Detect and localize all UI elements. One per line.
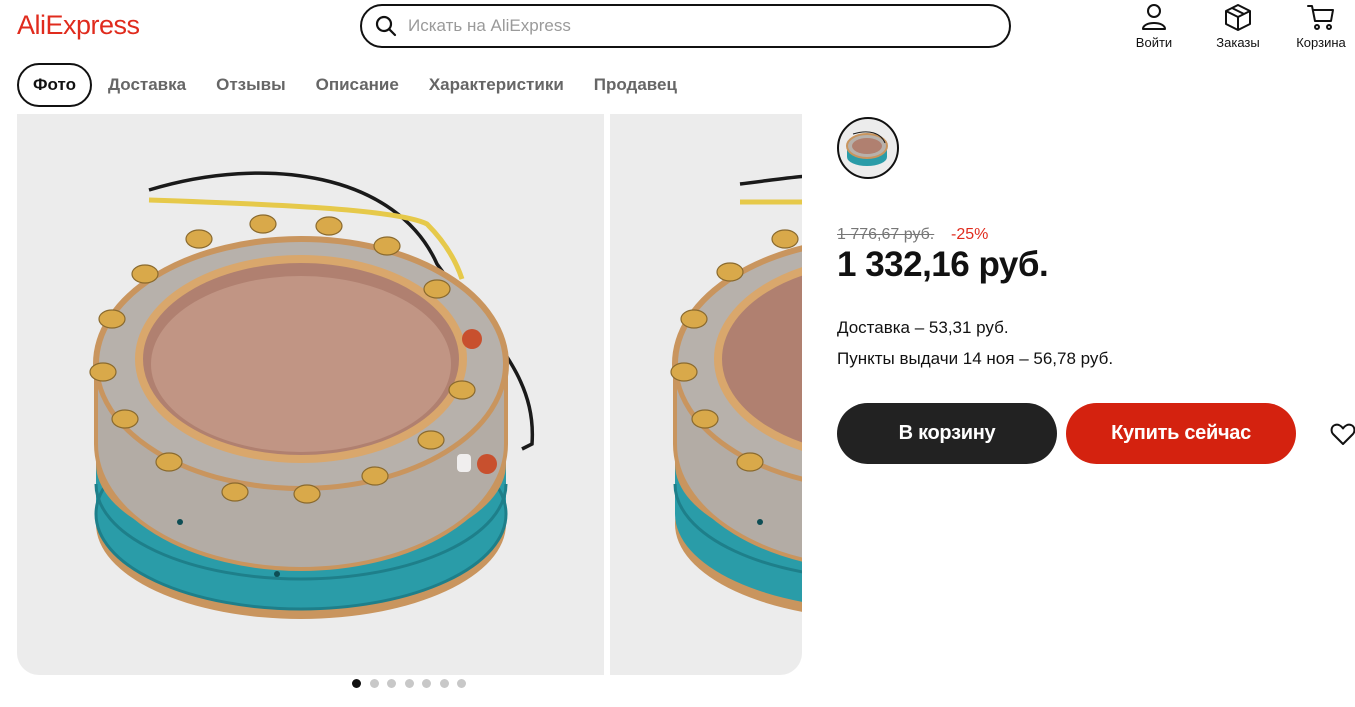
box-icon [1225,4,1251,31]
gallery-slide-1[interactable] [17,114,604,675]
gallery-dot[interactable] [369,679,379,688]
delivery-info: Доставка – 53,31 руб. [837,318,1009,337]
gallery-dot[interactable] [352,679,361,688]
cart-icon [1307,5,1334,30]
discount-badge: -25% [951,226,989,243]
aliexpress-logo[interactable]: AliExpress [17,10,140,41]
search-input[interactable] [408,16,968,36]
pickup-info: Пункты выдачи 14 ноя – 56,78 руб. [837,349,1114,368]
variant-thumbnail-image [846,131,888,166]
product-tabs: Фото Доставка Отзывы Описание Характерис… [17,63,707,107]
heart-icon[interactable] [1329,420,1355,448]
tab-seller[interactable]: Продавец [594,75,677,95]
search-bar[interactable] [360,4,1011,48]
current-price: 1 332,16 руб. [837,245,1049,284]
orders-label: Заказы [1216,35,1260,50]
cart-header-label: Корзина [1296,35,1346,50]
product-image-next [670,174,802,612]
gallery-dot[interactable] [387,679,396,688]
gallery-dot[interactable] [439,679,449,688]
cart-header-button[interactable]: Корзина [1286,2,1355,52]
product-gallery[interactable] [17,114,802,675]
search-icon[interactable] [374,14,398,38]
buy-now-button[interactable]: Купить сейчас [1066,403,1296,464]
tab-delivery[interactable]: Доставка [108,75,186,95]
variant-thumbnail[interactable] [837,117,899,179]
orders-button[interactable]: Заказы [1203,2,1273,52]
user-icon [1142,4,1166,30]
old-price: 1 776,67 руб. [837,226,935,243]
add-to-cart-button[interactable]: В корзину [837,403,1057,464]
login-button[interactable]: Войти [1119,2,1189,52]
gallery-dot[interactable] [422,679,431,688]
tab-reviews[interactable]: Отзывы [216,75,286,95]
tab-description[interactable]: Описание [316,75,399,95]
tab-specifications[interactable]: Характеристики [429,75,564,95]
tab-photo[interactable]: Фото [17,63,92,107]
product-image [89,171,535,619]
login-label: Войти [1135,35,1173,50]
header: AliExpress Войти Заказы Корзина [0,0,1355,56]
gallery-dot[interactable] [404,679,414,688]
gallery-dot[interactable] [457,679,466,688]
gallery-slide-2[interactable] [610,114,802,675]
gallery-pagination [352,679,475,688]
